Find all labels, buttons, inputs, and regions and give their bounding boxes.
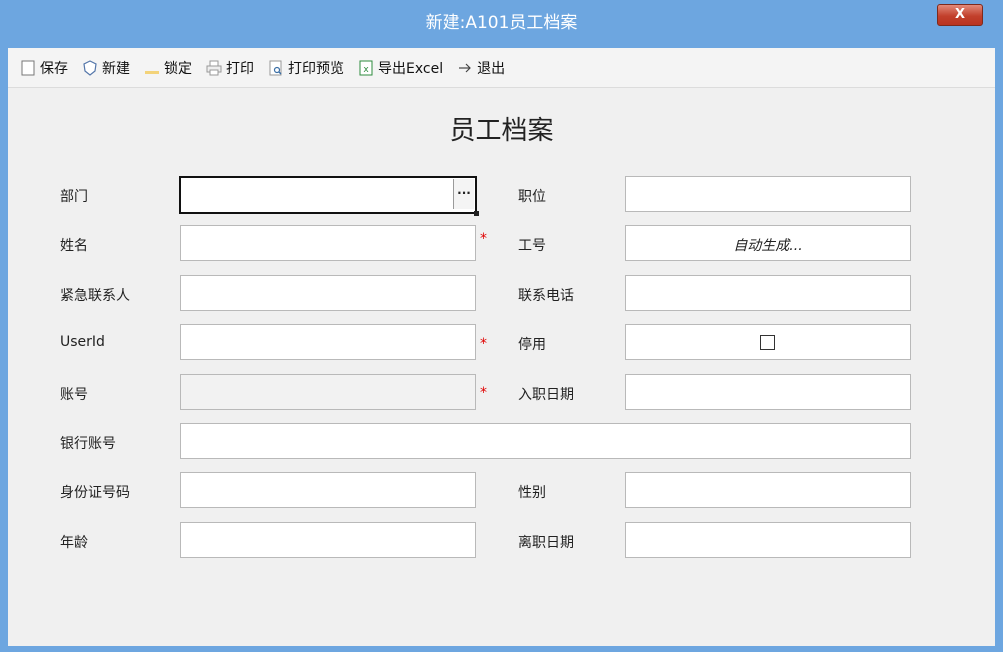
hire-date-field[interactable] — [625, 374, 911, 410]
toolbar: 保存 新建 锁定 打印 打印预览 x 导出Excel 退出 — [8, 48, 995, 88]
account-field — [180, 374, 476, 410]
name-required-mark: * — [480, 231, 487, 247]
department-browse-button[interactable]: ··· — [453, 179, 474, 209]
account-required-mark: * — [480, 385, 487, 401]
employee-no-label: 工号 — [518, 238, 546, 254]
lock-label: 锁定 — [164, 60, 192, 77]
print-preview-label: 打印预览 — [288, 60, 344, 77]
window-title: 新建:A101员工档案 — [425, 13, 578, 33]
name-label: 姓名 — [60, 238, 88, 254]
account-label: 账号 — [60, 387, 88, 403]
print-icon — [206, 60, 222, 76]
position-field[interactable] — [625, 176, 911, 212]
save-button[interactable]: 保存 — [20, 58, 68, 78]
phone-field[interactable] — [625, 275, 911, 311]
exit-icon — [457, 60, 473, 76]
employee-record-window: 新建:A101员工档案 X 保存 新建 锁定 打印 打印预览 x 导出Excel… — [0, 0, 1003, 652]
position-label: 职位 — [518, 189, 546, 205]
lock-icon — [144, 60, 160, 76]
save-label: 保存 — [40, 60, 68, 77]
title-bar[interactable]: 新建:A101员工档案 X — [0, 0, 1003, 40]
export-excel-button[interactable]: x 导出Excel — [358, 58, 443, 78]
id-number-label: 身份证号码 — [60, 485, 130, 501]
print-preview-icon — [268, 60, 284, 76]
employee-no-field[interactable]: 自动生成... — [625, 225, 911, 261]
export-excel-label: 导出Excel — [378, 60, 444, 77]
phone-label: 联系电话 — [518, 288, 574, 304]
new-label: 新建 — [102, 60, 130, 77]
disabled-checkbox[interactable] — [760, 335, 775, 350]
hire-date-label: 入职日期 — [518, 387, 574, 403]
emergency-contact-label: 紧急联系人 — [60, 288, 130, 304]
exit-label: 退出 — [477, 60, 506, 77]
excel-icon: x — [358, 60, 374, 76]
print-button[interactable]: 打印 — [206, 58, 254, 78]
print-preview-button[interactable]: 打印预览 — [268, 58, 344, 78]
age-label: 年龄 — [60, 535, 88, 551]
department-label: 部门 — [60, 189, 88, 205]
disabled-field — [625, 324, 911, 360]
bank-account-label: 银行账号 — [60, 436, 116, 452]
gender-field[interactable] — [625, 472, 911, 508]
department-field[interactable]: ··· — [179, 176, 479, 216]
new-button[interactable]: 新建 — [82, 58, 130, 78]
print-label: 打印 — [226, 60, 254, 77]
id-number-field[interactable] — [180, 472, 476, 508]
leave-date-field[interactable] — [625, 522, 911, 558]
lock-button[interactable]: 锁定 — [144, 58, 192, 78]
disabled-label: 停用 — [518, 337, 546, 353]
form-title: 员工档案 — [449, 116, 554, 146]
emergency-contact-field[interactable] — [180, 275, 476, 311]
age-field[interactable] — [180, 522, 476, 558]
save-icon — [20, 60, 36, 76]
form-panel: 员工档案 部门 ··· 职位 姓名 * 工号 自动生成... 紧急联系人 联系电… — [8, 88, 995, 646]
resize-grip — [474, 211, 479, 216]
close-button[interactable]: X — [937, 4, 983, 26]
new-icon — [82, 59, 98, 76]
gender-label: 性别 — [518, 485, 546, 501]
exit-button[interactable]: 退出 — [457, 58, 505, 78]
leave-date-label: 离职日期 — [518, 535, 574, 551]
employee-no-placeholder: 自动生成... — [733, 238, 803, 254]
userid-required-mark: * — [480, 336, 487, 352]
svg-text:x: x — [363, 65, 369, 75]
name-field[interactable] — [180, 225, 476, 261]
userid-field[interactable] — [180, 324, 476, 360]
bank-account-field[interactable] — [180, 423, 911, 459]
userid-label: UserId — [60, 334, 105, 350]
